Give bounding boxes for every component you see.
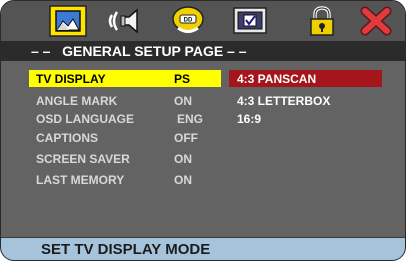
menu-item-osd-language-label[interactable]: OSD LANGUAGE [36,112,134,126]
menu-item-tv-display-value[interactable]: PS [174,72,190,86]
menu-item-angle-mark-label[interactable]: ANGLE MARK [36,94,117,108]
menu-item-last-memory-value[interactable]: ON [174,173,192,187]
page-title: – – GENERAL SETUP PAGE – – [31,43,247,59]
menu-item-screen-saver-value[interactable]: ON [174,152,192,166]
page-title-bar: – – GENERAL SETUP PAGE – – [1,41,405,61]
settings-menu: TV DISPLAY PS ANGLE MARK ON OSD LANGUAGE… [1,61,405,237]
menu-item-last-memory-label[interactable]: LAST MEMORY [36,173,124,187]
option-4-3-letterbox[interactable]: 4:3 LETTERBOX [237,94,330,108]
menu-item-captions-label[interactable]: CAPTIONS [36,131,98,145]
svg-text:DD: DD [184,18,193,24]
audio-setup-icon[interactable] [106,5,144,37]
option-16-9[interactable]: 16:9 [237,112,261,126]
menu-item-angle-mark-value[interactable]: ON [174,94,192,108]
menu-item-screen-saver-label[interactable]: SCREEN SAVER [36,152,130,166]
setup-icon-bar: DD [1,1,405,41]
preference-checkbox-icon[interactable] [231,5,269,37]
status-text: SET TV DISPLAY MODE [41,241,211,258]
status-bar: SET TV DISPLAY MODE [1,237,405,260]
general-setup-icon[interactable] [49,5,87,37]
setup-menu-window: DD – – GENERAL SETUP PAGE – – TV DISPLAY… [0,0,406,261]
menu-item-captions-value[interactable]: OFF [174,131,198,145]
menu-item-osd-language-value[interactable]: ENG [177,112,203,126]
dolby-disc-icon[interactable]: DD [169,5,207,37]
option-4-3-panscan[interactable]: 4:3 PANSCAN [237,72,316,86]
menu-item-tv-display-label[interactable]: TV DISPLAY [36,72,106,86]
exit-icon[interactable] [357,5,395,37]
password-lock-icon[interactable] [303,5,341,37]
